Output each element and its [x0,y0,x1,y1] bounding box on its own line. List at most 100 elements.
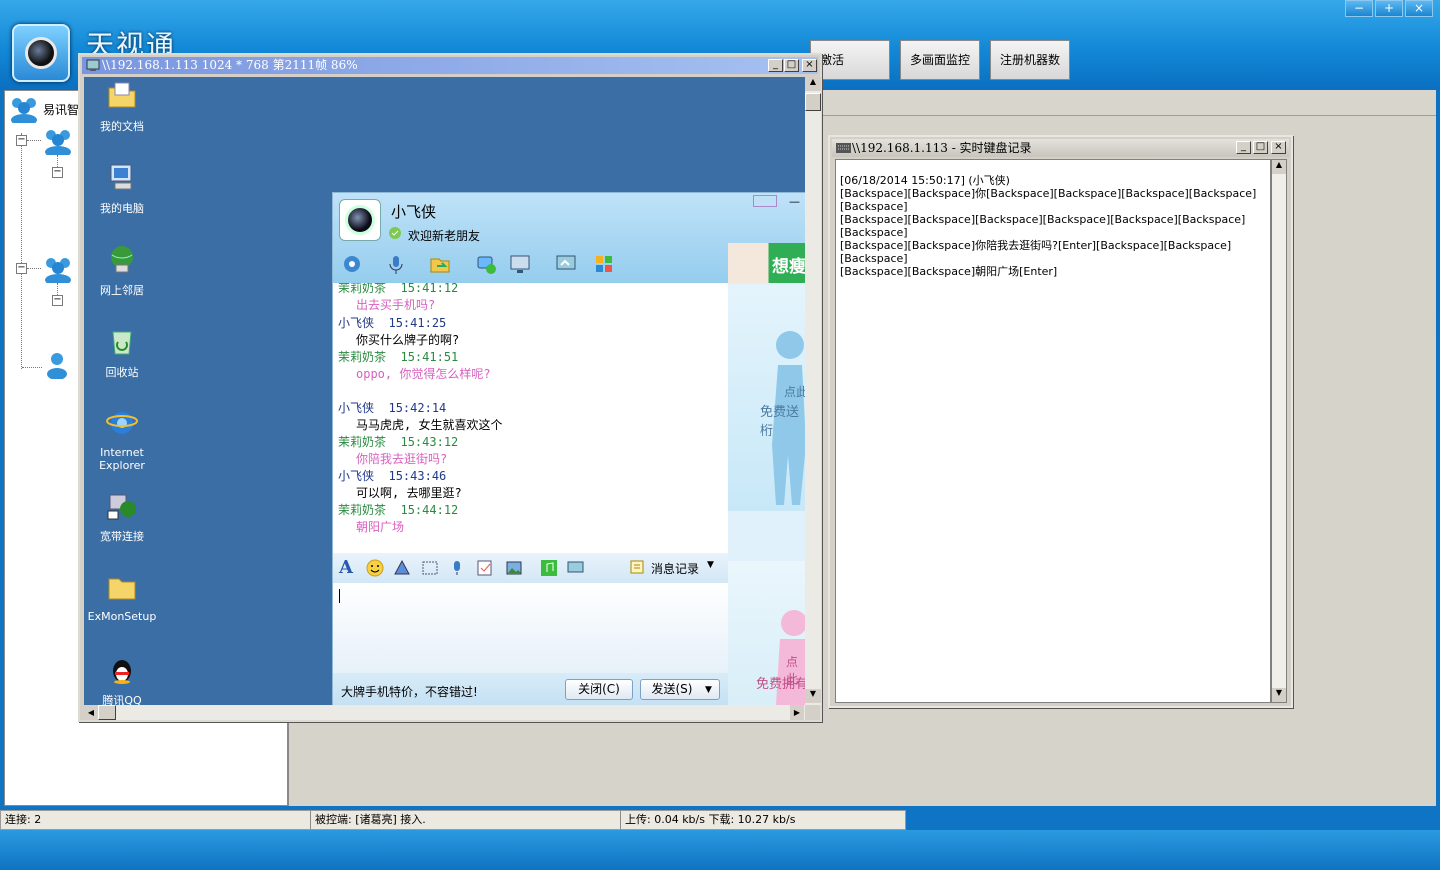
keylog-window[interactable]: \\192.168.1.113 - 实时键盘记录 _ □ × [06/18/20… [828,135,1293,708]
window-minimize-button[interactable]: — [789,195,800,208]
group-chat-icon[interactable] [475,253,497,275]
horizontal-scrollbar[interactable]: ◀ ▶ [84,705,805,720]
keylog-line: [Backspace][Backspace][Backspace][Backsp… [840,213,1246,239]
chevron-down-icon[interactable]: ▼ [707,560,714,570]
folder-icon [108,578,136,600]
keylog-line: [Backspace][Backspace]你陪我去逛街吗?[Enter][Ba… [840,239,1232,265]
contact-name: 小飞侠 [391,203,437,221]
tree-collapse-toggle[interactable]: − [52,167,63,178]
video-call-icon[interactable] [341,253,363,275]
scroll-up-icon[interactable]: ▲ [805,77,821,91]
scroll-left-icon[interactable]: ◀ [84,705,98,720]
keylog-line: [Backspace][Backspace]朝阳广场[Enter] [840,265,1058,278]
icon-label: 我的电脑 [100,202,144,215]
keylog-text-area[interactable]: [06/18/2014 15:50:17] (小飞侠) [Backspace][… [835,159,1271,703]
microphone-icon[interactable] [385,253,407,275]
history-icon[interactable] [629,559,645,575]
msg-header: 茉莉奶茶 15:43:12 [338,435,459,449]
user-icon[interactable] [45,351,69,379]
msg-text: 你陪我去逛街吗? [356,452,448,466]
close-chat-button[interactable]: 关闭(C) [565,679,633,700]
computer-icon [110,164,132,190]
desktop-icon-qq[interactable]: 腾讯QQ [84,653,160,705]
scroll-down-icon[interactable]: ▼ [805,689,821,703]
ad-image-1[interactable]: 点此 免费送桁 [728,285,805,511]
ad-panel[interactable]: 想瘦 点此 免费送桁 点此 免费拥有 [728,243,805,705]
remote-minimize-button[interactable]: _ [768,59,783,72]
tree-collapse-toggle[interactable]: − [16,135,27,146]
keylog-scrollbar[interactable]: ▲ ▼ [1271,159,1287,703]
image-icon[interactable] [505,559,523,577]
chat-footer: 大牌手机特价，不容错过! 关闭(C) 发送(S) ▼ [333,673,728,705]
close-button[interactable]: × [1405,0,1433,17]
remote-desktop[interactable]: 我的文档 我的电脑 网上邻居 回收站 Internet Explorer 宽带连… [84,77,805,705]
folder-docs-icon [108,82,136,108]
scroll-thumb[interactable] [98,705,116,720]
ad-image-2[interactable]: 点此 免费拥有 [728,561,805,705]
keylog-maximize-button[interactable]: □ [1253,141,1268,154]
tree-root-label[interactable]: 易讯智 [43,101,79,118]
msg-text: 出去买手机吗? [356,298,436,312]
screen-share-icon[interactable] [567,559,585,577]
keylog-close-button[interactable]: × [1271,141,1286,154]
scroll-down-icon[interactable]: ▼ [1272,688,1286,702]
apps-grid-icon[interactable] [593,253,615,275]
ad-banner[interactable]: 想瘦 [728,243,805,283]
icon-label: 回收站 [105,366,139,379]
emoji-icon[interactable] [366,559,384,577]
status-controlled: 被控端: [诸葛亮] 接入. [311,811,621,829]
compose-toolbar: A 消息记录 ▼ [333,553,728,583]
multi-screen-monitor-button[interactable]: 多画面监控 [900,40,980,80]
msg-header: 小飞侠 15:41:25 [338,316,447,330]
chat-messages: 茉莉奶茶 15:41:12 出去买手机吗? 小飞侠 15:41:25 你买什么牌… [333,283,728,553]
tree-collapse-toggle[interactable]: − [52,295,63,306]
window-restore-button[interactable] [753,195,777,207]
keylog-minimize-button[interactable]: _ [1236,141,1251,154]
remote-close-button[interactable]: × [802,59,817,72]
desktop-icon-broadband[interactable]: 宽带连接 [84,489,160,544]
desktop-icon-my-documents[interactable]: 我的文档 [84,79,160,134]
icon-label: 腾讯QQ [102,694,142,705]
screenshot-icon[interactable] [421,559,439,577]
minimize-button[interactable]: − [1345,0,1373,17]
msg-text: 你买什么牌子的啊? [356,333,460,347]
ad-text: 免费送桁 [760,405,800,439]
send-options-chevron-icon[interactable]: ▼ [705,685,712,695]
scroll-right-icon[interactable]: ▶ [790,705,804,720]
scroll-thumb[interactable] [805,93,821,111]
maximize-button[interactable]: + [1375,0,1403,17]
scroll-up-icon[interactable]: ▲ [1272,160,1286,174]
vertical-scrollbar[interactable]: ▲ ▼ [805,77,821,705]
tree-collapse-toggle[interactable]: − [16,263,27,274]
qq-chat-window[interactable]: 小飞侠 欢迎新老朋友 — 茉莉奶茶 15:41:12 出去买手机吗? 小飞侠 1… [332,192,805,705]
remote-window-title[interactable]: \\192.168.1.113 1024 * 768 第2111帧 86% [82,57,818,74]
network-icon [111,246,133,273]
keylog-title[interactable]: \\192.168.1.113 - 实时键盘记录 [832,139,1289,157]
desktop-icon-exmonsetup[interactable]: ExMonSetup [84,571,160,623]
group-people-icon [45,258,71,283]
remote-assist-icon[interactable] [509,253,531,275]
contact-avatar[interactable] [339,199,381,241]
shake-icon[interactable] [393,559,411,577]
msg-header: 小飞侠 15:42:14 [338,401,447,415]
status-bar: 连接: 2 被控端: [诸葛亮] 接入. 上传: 0.04 kb/s 下载: 1… [0,810,906,830]
desktop-icon-recycle-bin[interactable]: 回收站 [84,325,160,380]
message-input[interactable] [333,583,728,673]
desktop-icon-my-computer[interactable]: 我的电脑 [84,161,160,216]
activate-button[interactable]: 激活 [810,40,890,80]
file-transfer-icon[interactable] [429,253,451,275]
promo-text[interactable]: 大牌手机特价，不容错过! [341,683,478,700]
group-people-icon [11,98,37,123]
remote-desktop-window[interactable]: \\192.168.1.113 1024 * 768 第2111帧 86% _ … [78,53,822,722]
note-icon[interactable] [476,559,494,577]
desktop-icon-network[interactable]: 网上邻居 [84,243,160,298]
screen-share-icon[interactable] [555,253,577,275]
music-icon[interactable] [540,559,558,577]
remote-maximize-button[interactable]: □ [784,59,799,72]
voice-message-icon[interactable] [448,559,466,577]
register-machines-button[interactable]: 注册机器数 [990,40,1070,80]
desktop-icon-ie[interactable]: Internet Explorer [84,407,160,472]
font-icon[interactable]: A [339,557,353,578]
contact-signature: 欢迎新老朋友 [408,229,481,243]
message-history-button[interactable]: 消息记录 [651,560,699,577]
